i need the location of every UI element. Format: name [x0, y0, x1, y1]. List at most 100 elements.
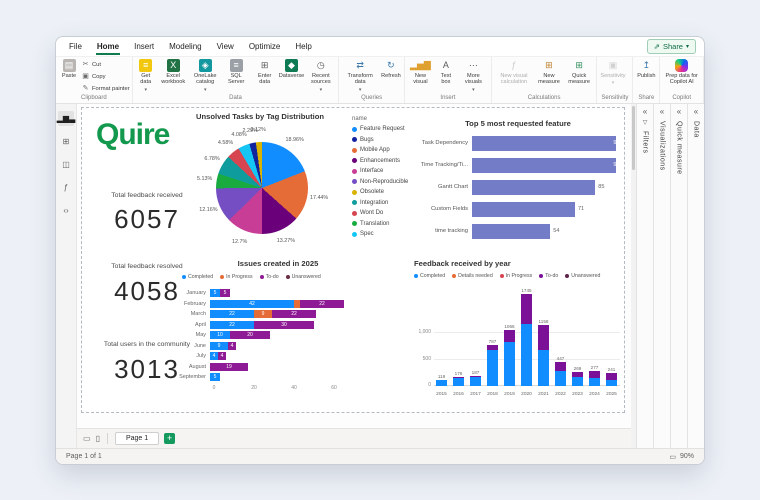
column-2015[interactable] [436, 380, 447, 386]
legend-item-non-reproducible[interactable]: Non-Reproducible [352, 177, 412, 188]
pane-strip-quick-measure[interactable]: «Quick measure [670, 104, 687, 448]
bar-segment-completed[interactable]: 5 [210, 289, 220, 297]
legend-item-to-do[interactable]: To-do [260, 274, 279, 280]
legend-item-completed[interactable]: Completed [182, 274, 213, 280]
column-segment-to-do[interactable] [589, 371, 600, 378]
ribbon-button-dataverse[interactable]: ◆Dataverse [279, 58, 305, 80]
month-row-february[interactable]: February4222 [174, 299, 404, 310]
column-segment-to-do[interactable] [555, 362, 566, 371]
ribbon-button-cut[interactable]: ✂Cut [81, 59, 130, 70]
ribbon-button-publish[interactable]: ↥Publish [635, 58, 657, 80]
ribbon-button-format-painter[interactable]: ✎Format painter [81, 83, 130, 94]
column-2019[interactable] [504, 330, 515, 386]
legend-item-mobile-app[interactable]: Mobile App [352, 145, 412, 156]
fit-to-page-icon[interactable]: ▭ [669, 453, 676, 461]
bar-segment-to-do[interactable]: 20 [230, 331, 270, 339]
collapse-chevron-icon[interactable]: « [694, 107, 698, 116]
pane-strip-visualizations[interactable]: «Visualizations [653, 104, 670, 448]
legend-item-spec[interactable]: Spec [352, 229, 412, 240]
month-row-august[interactable]: August19 [174, 362, 404, 373]
bar-row-gantt-chart[interactable]: Gantt Chart85 [412, 176, 624, 198]
report-canvas[interactable]: Quire Total feedback received 6057 Total… [77, 104, 631, 428]
bar-segment-completed[interactable]: 22 [210, 321, 254, 329]
desktop-view-icon[interactable]: ▭ [83, 434, 91, 443]
bar-segment-to-do[interactable]: 22 [300, 300, 344, 308]
report-page[interactable]: Quire Total feedback received 6057 Total… [81, 107, 625, 413]
legend-item-to-do[interactable]: To-do [539, 273, 558, 279]
ribbon-button-prep-data-for-copilot-ai[interactable]: Prep data for Copilot AI [662, 58, 701, 87]
mobile-view-icon[interactable]: ▯ [96, 434, 100, 443]
column-segment-completed[interactable] [470, 377, 481, 386]
report-view-icon[interactable]: ▂▆▃ [58, 111, 74, 126]
bar[interactable] [472, 158, 616, 173]
ribbon-button-get-data[interactable]: ≡Get data▾ [135, 58, 157, 94]
bar-row-custom-fields[interactable]: Custom Fields71 [412, 198, 624, 220]
ribbon-button-new-measure[interactable]: ⊞New measure [535, 58, 563, 87]
ribbon-button-quick-measure[interactable]: ⊞Quick measure [564, 58, 594, 87]
pane-strip-data[interactable]: «Data [687, 104, 704, 448]
legend-item-wont-do[interactable]: Wont Do [352, 208, 412, 219]
ribbon-button-refresh[interactable]: ↻Refresh [380, 58, 402, 80]
bar[interactable] [472, 180, 595, 195]
ribbon-button-onelake-catalog[interactable]: ◈OneLake catalog▾ [190, 58, 221, 94]
bar-row-time-tracking[interactable]: time tracking54 [412, 220, 624, 242]
month-row-june[interactable]: June94 [174, 341, 404, 352]
menu-item-modeling[interactable]: Modeling [168, 38, 202, 55]
bar-segment-to-do[interactable]: 22 [272, 310, 316, 318]
pie[interactable] [216, 142, 308, 234]
legend-item-obsolete[interactable]: Obsolete [352, 187, 412, 198]
ribbon-button-sql-server[interactable]: ≡SQL Server [222, 58, 251, 87]
column-segment-completed[interactable] [521, 324, 532, 386]
legend-item-in-progress[interactable]: In Progress [500, 273, 533, 279]
ribbon-button-more-visuals[interactable]: ⋯More visuals▾ [458, 58, 489, 94]
column-segment-to-do[interactable] [504, 330, 515, 342]
column-2018[interactable] [487, 345, 498, 386]
ribbon-button-new-visual[interactable]: ▂▅▇New visual [407, 58, 434, 87]
top5-bar-chart[interactable]: Task Dependency99Time Tracking/Ti...99Ga… [412, 132, 624, 242]
bar[interactable] [472, 136, 616, 151]
collapse-chevron-icon[interactable]: « [677, 107, 681, 116]
column-segment-completed[interactable] [487, 350, 498, 386]
zoom-controls[interactable]: ▭ 90% [669, 453, 694, 461]
ribbon-button-copy[interactable]: ▣Copy [81, 71, 130, 82]
page-tab-1[interactable]: Page 1 [115, 432, 159, 445]
bar-row-time-tracking-ti[interactable]: Time Tracking/Ti...99 [412, 154, 624, 176]
column-2021[interactable] [538, 325, 549, 386]
legend-item-integration[interactable]: Integration [352, 198, 412, 209]
column-segment-completed[interactable] [538, 350, 549, 386]
collapse-chevron-icon[interactable]: « [643, 107, 647, 116]
share-button[interactable]: ⇗ Share ▾ [647, 39, 696, 54]
column-segment-to-do[interactable] [538, 325, 549, 350]
menu-item-insert[interactable]: Insert [133, 38, 155, 55]
month-row-september[interactable]: September5 [174, 372, 404, 383]
legend-item-translation[interactable]: Translation [352, 219, 412, 230]
bar-segment-in-progress[interactable]: 9 [254, 310, 272, 318]
column-segment-completed[interactable] [606, 380, 617, 386]
bar-segment-to-do[interactable]: 4 [218, 352, 226, 360]
column-2022[interactable] [555, 362, 566, 386]
bar-segment-to-do[interactable]: 19 [210, 363, 248, 371]
bar-segment-to-do[interactable]: 4 [228, 342, 236, 350]
column-segment-completed[interactable] [589, 378, 600, 386]
model-view-icon[interactable]: ◫ [58, 157, 74, 172]
bar-segment-completed[interactable]: 5 [210, 373, 220, 381]
ribbon-button-enter-data[interactable]: ⊞Enter data [252, 58, 278, 87]
legend-item-details-needed[interactable]: Details needed [452, 273, 493, 279]
yearly-stacked-column-chart[interactable]: 1182015176201618720177872018106620191745… [414, 284, 624, 406]
ribbon-button-paste[interactable]: ▤Paste [58, 58, 80, 80]
column-segment-completed[interactable] [572, 377, 583, 386]
bar[interactable] [472, 202, 575, 217]
pie-chart[interactable]: 18.96%17.44%13.27%12.7%12.16%5.13%6.78%4… [182, 116, 350, 258]
month-row-july[interactable]: July44 [174, 351, 404, 362]
scrollbar-thumb[interactable] [632, 106, 635, 170]
bar-segment-completed[interactable]: 22 [210, 310, 254, 318]
month-row-march[interactable]: March22922 [174, 309, 404, 320]
tmdl-view-icon[interactable]: ‹› [58, 203, 74, 218]
month-row-may[interactable]: May1020 [174, 330, 404, 341]
legend-item-completed[interactable]: Completed [414, 273, 445, 279]
ribbon-button-recent-sources[interactable]: ◷Recent sources▾ [305, 58, 336, 94]
bar-segment-completed[interactable]: 9 [210, 342, 228, 350]
bar[interactable] [472, 224, 550, 239]
column-2025[interactable] [606, 373, 617, 386]
menu-item-optimize[interactable]: Optimize [248, 38, 282, 55]
